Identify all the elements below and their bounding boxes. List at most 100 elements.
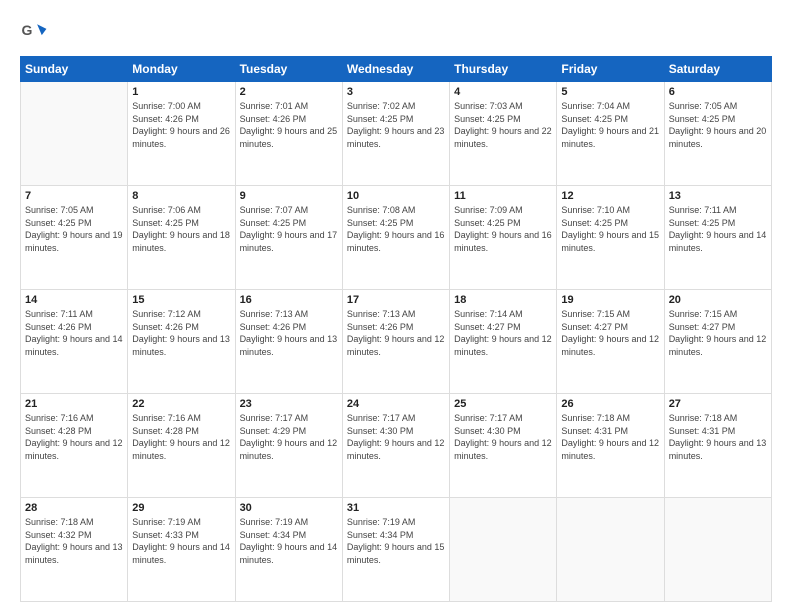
day-cell [21, 82, 128, 186]
day-info: Sunrise: 7:02 AMSunset: 4:25 PMDaylight:… [347, 100, 445, 150]
day-cell: 4 Sunrise: 7:03 AMSunset: 4:25 PMDaylight… [450, 82, 557, 186]
day-cell: 18 Sunrise: 7:14 AMSunset: 4:27 PMDayligh… [450, 290, 557, 394]
day-info: Sunrise: 7:08 AMSunset: 4:25 PMDaylight:… [347, 204, 445, 254]
day-number: 10 [347, 190, 445, 202]
day-number: 20 [669, 294, 767, 306]
day-cell: 3 Sunrise: 7:02 AMSunset: 4:25 PMDaylight… [342, 82, 449, 186]
day-number: 14 [25, 294, 123, 306]
weekday-header-sunday: Sunday [21, 57, 128, 82]
weekday-header-row: SundayMondayTuesdayWednesdayThursdayFrid… [21, 57, 772, 82]
day-number: 24 [347, 398, 445, 410]
day-info: Sunrise: 7:19 AMSunset: 4:33 PMDaylight:… [132, 516, 230, 566]
day-info: Sunrise: 7:03 AMSunset: 4:25 PMDaylight:… [454, 100, 552, 150]
page: G SundayMondayTuesdayWednesdayThursdayFr… [0, 0, 792, 612]
day-number: 15 [132, 294, 230, 306]
day-cell: 7 Sunrise: 7:05 AMSunset: 4:25 PMDaylight… [21, 186, 128, 290]
day-number: 27 [669, 398, 767, 410]
week-row-2: 7 Sunrise: 7:05 AMSunset: 4:25 PMDaylight… [21, 186, 772, 290]
day-cell: 31 Sunrise: 7:19 AMSunset: 4:34 PMDayligh… [342, 498, 449, 602]
weekday-header-thursday: Thursday [450, 57, 557, 82]
day-info: Sunrise: 7:16 AMSunset: 4:28 PMDaylight:… [25, 412, 123, 462]
day-number: 30 [240, 502, 338, 514]
day-cell [450, 498, 557, 602]
day-number: 18 [454, 294, 552, 306]
day-cell [557, 498, 664, 602]
weekday-header-friday: Friday [557, 57, 664, 82]
day-number: 23 [240, 398, 338, 410]
day-cell: 22 Sunrise: 7:16 AMSunset: 4:28 PMDayligh… [128, 394, 235, 498]
day-cell: 25 Sunrise: 7:17 AMSunset: 4:30 PMDayligh… [450, 394, 557, 498]
weekday-header-wednesday: Wednesday [342, 57, 449, 82]
day-number: 7 [25, 190, 123, 202]
day-info: Sunrise: 7:11 AMSunset: 4:25 PMDaylight:… [669, 204, 767, 254]
day-cell: 5 Sunrise: 7:04 AMSunset: 4:25 PMDaylight… [557, 82, 664, 186]
svg-text:G: G [22, 22, 33, 38]
day-number: 16 [240, 294, 338, 306]
day-cell: 19Sunrise: 7:15 AMSunset: 4:27 PMDayligh… [557, 290, 664, 394]
day-number: 5 [561, 86, 659, 98]
day-number: 2 [240, 86, 338, 98]
day-number: 1 [132, 86, 230, 98]
day-info: Sunrise: 7:06 AMSunset: 4:25 PMDaylight:… [132, 204, 230, 254]
calendar-table: SundayMondayTuesdayWednesdayThursdayFrid… [20, 56, 772, 602]
day-number: 22 [132, 398, 230, 410]
day-info: Sunrise: 7:16 AMSunset: 4:28 PMDaylight:… [132, 412, 230, 462]
day-cell: 14Sunrise: 7:11 AMSunset: 4:26 PMDayligh… [21, 290, 128, 394]
day-info: Sunrise: 7:09 AMSunset: 4:25 PMDaylight:… [454, 204, 552, 254]
day-info: Sunrise: 7:14 AMSunset: 4:27 PMDaylight:… [454, 308, 552, 358]
day-cell: 16Sunrise: 7:13 AMSunset: 4:26 PMDayligh… [235, 290, 342, 394]
day-cell: 6 Sunrise: 7:05 AMSunset: 4:25 PMDaylight… [664, 82, 771, 186]
day-info: Sunrise: 7:01 AMSunset: 4:26 PMDaylight:… [240, 100, 338, 150]
week-row-4: 21 Sunrise: 7:16 AMSunset: 4:28 PMDayligh… [21, 394, 772, 498]
day-info: Sunrise: 7:18 AMSunset: 4:31 PMDaylight:… [669, 412, 767, 462]
day-cell: 23 Sunrise: 7:17 AMSunset: 4:29 PMDayligh… [235, 394, 342, 498]
header: G [20, 18, 772, 46]
day-number: 21 [25, 398, 123, 410]
day-cell: 11 Sunrise: 7:09 AMSunset: 4:25 PMDayligh… [450, 186, 557, 290]
day-info: Sunrise: 7:15 AMSunset: 4:27 PMDaylight:… [669, 308, 767, 358]
logo-icon: G [20, 18, 48, 46]
day-number: 17 [347, 294, 445, 306]
day-info: Sunrise: 7:07 AMSunset: 4:25 PMDaylight:… [240, 204, 338, 254]
day-cell: 29Sunrise: 7:19 AMSunset: 4:33 PMDayligh… [128, 498, 235, 602]
day-cell: 27 Sunrise: 7:18 AMSunset: 4:31 PMDayligh… [664, 394, 771, 498]
day-cell: 15 Sunrise: 7:12 AMSunset: 4:26 PMDayligh… [128, 290, 235, 394]
day-info: Sunrise: 7:10 AMSunset: 4:25 PMDaylight:… [561, 204, 659, 254]
day-info: Sunrise: 7:19 AMSunset: 4:34 PMDaylight:… [240, 516, 338, 566]
day-number: 26 [561, 398, 659, 410]
day-cell: 2 Sunrise: 7:01 AMSunset: 4:26 PMDaylight… [235, 82, 342, 186]
day-info: Sunrise: 7:12 AMSunset: 4:26 PMDaylight:… [132, 308, 230, 358]
weekday-header-saturday: Saturday [664, 57, 771, 82]
day-cell: 1 Sunrise: 7:00 AMSunset: 4:26 PMDaylight… [128, 82, 235, 186]
day-cell: 26 Sunrise: 7:18 AMSunset: 4:31 PMDayligh… [557, 394, 664, 498]
day-cell: 12 Sunrise: 7:10 AMSunset: 4:25 PMDayligh… [557, 186, 664, 290]
day-info: Sunrise: 7:17 AMSunset: 4:30 PMDaylight:… [454, 412, 552, 462]
day-info: Sunrise: 7:17 AMSunset: 4:29 PMDaylight:… [240, 412, 338, 462]
day-cell: 20 Sunrise: 7:15 AMSunset: 4:27 PMDayligh… [664, 290, 771, 394]
day-info: Sunrise: 7:17 AMSunset: 4:30 PMDaylight:… [347, 412, 445, 462]
day-number: 3 [347, 86, 445, 98]
day-number: 12 [561, 190, 659, 202]
day-number: 31 [347, 502, 445, 514]
day-info: Sunrise: 7:18 AMSunset: 4:32 PMDaylight:… [25, 516, 123, 566]
weekday-header-monday: Monday [128, 57, 235, 82]
day-info: Sunrise: 7:18 AMSunset: 4:31 PMDaylight:… [561, 412, 659, 462]
day-number: 28 [25, 502, 123, 514]
day-number: 4 [454, 86, 552, 98]
logo: G [20, 18, 52, 46]
day-cell: 13Sunrise: 7:11 AMSunset: 4:25 PMDayligh… [664, 186, 771, 290]
day-number: 25 [454, 398, 552, 410]
day-info: Sunrise: 7:13 AMSunset: 4:26 PMDaylight:… [347, 308, 445, 358]
day-number: 6 [669, 86, 767, 98]
day-info: Sunrise: 7:05 AMSunset: 4:25 PMDaylight:… [25, 204, 123, 254]
day-info: Sunrise: 7:04 AMSunset: 4:25 PMDaylight:… [561, 100, 659, 150]
day-info: Sunrise: 7:00 AMSunset: 4:26 PMDaylight:… [132, 100, 230, 150]
day-info: Sunrise: 7:05 AMSunset: 4:25 PMDaylight:… [669, 100, 767, 150]
day-cell: 24 Sunrise: 7:17 AMSunset: 4:30 PMDayligh… [342, 394, 449, 498]
day-number: 11 [454, 190, 552, 202]
day-info: Sunrise: 7:19 AMSunset: 4:34 PMDaylight:… [347, 516, 445, 566]
day-cell [664, 498, 771, 602]
day-cell: 21 Sunrise: 7:16 AMSunset: 4:28 PMDayligh… [21, 394, 128, 498]
day-cell: 17 Sunrise: 7:13 AMSunset: 4:26 PMDayligh… [342, 290, 449, 394]
week-row-5: 28 Sunrise: 7:18 AMSunset: 4:32 PMDayligh… [21, 498, 772, 602]
